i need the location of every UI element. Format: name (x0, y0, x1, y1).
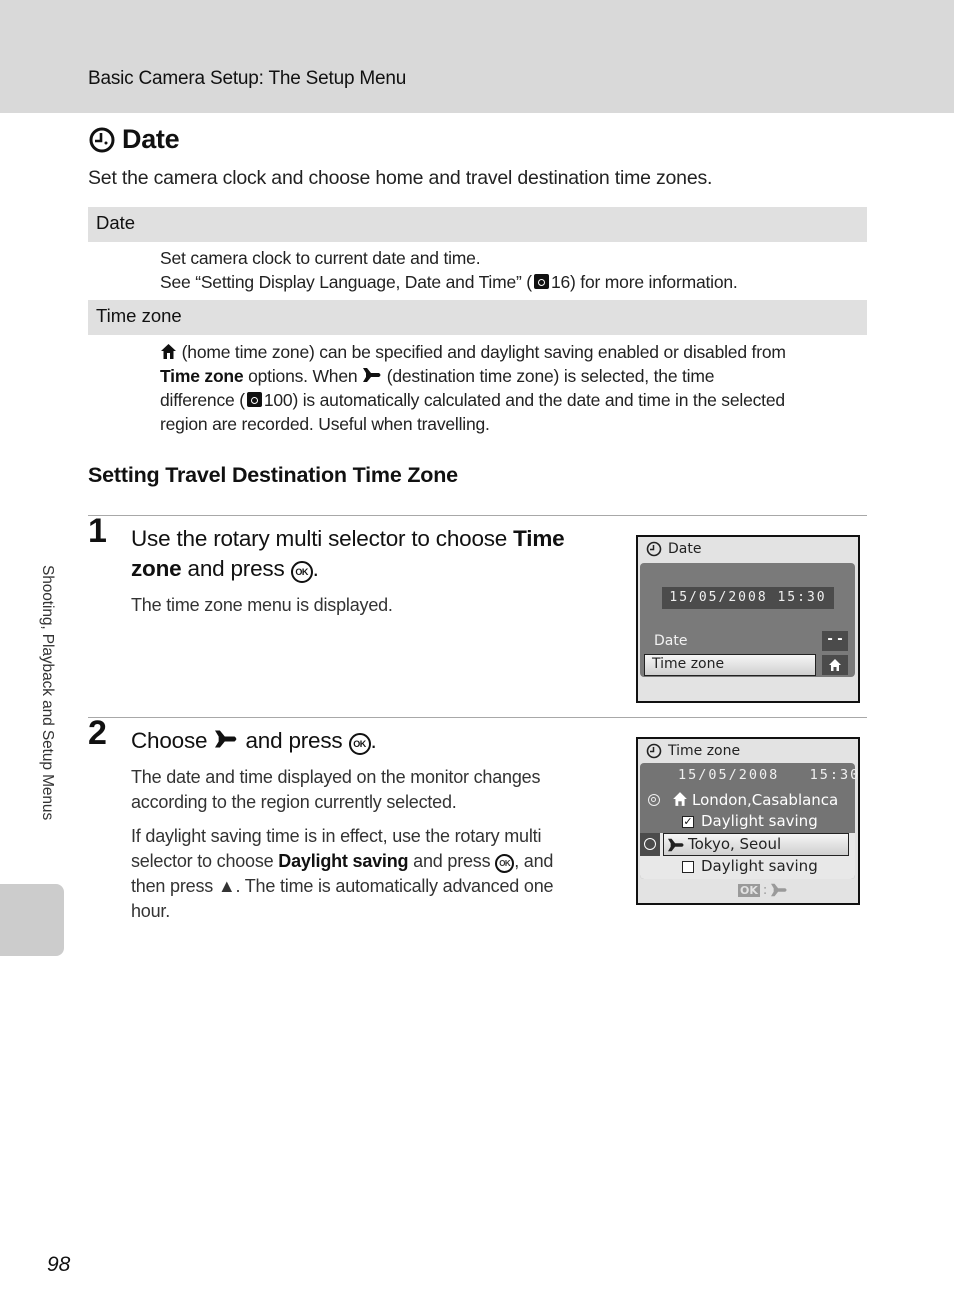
clock-icon (646, 743, 662, 759)
step2-desc2-bold: Daylight saving (278, 851, 409, 871)
camera-screen-date: Date 15/05/2008 15:30 Date - - Time zone (636, 535, 860, 703)
home-icon (161, 344, 176, 359)
option-tz-bold: Time zone (160, 366, 244, 386)
page-intro: Set the camera clock and choose home and… (88, 167, 713, 189)
chapter-tab[interactable] (0, 884, 64, 956)
page-title: Date (88, 124, 180, 155)
page-title-text: Date (122, 124, 180, 154)
header-band: Basic Camera Setup: The Setup Menu (0, 0, 954, 113)
step2-desc2-line2: selector to choose Daylight saving and p… (131, 849, 601, 874)
menu-item-date[interactable]: Date (654, 633, 687, 649)
step-description: The time zone menu is displayed. (131, 595, 393, 615)
home-icon (829, 659, 841, 671)
up-arrow-icon: ▲ (217, 876, 236, 896)
plane-icon (215, 730, 237, 748)
screen-title-text: Date (668, 541, 702, 557)
option-date-line2: See “Setting Display Language, Date and … (160, 270, 870, 294)
step2-title-pre: Choose (131, 728, 214, 753)
dest-city: Tokyo, Seoul (688, 835, 782, 853)
reference-icon (246, 392, 262, 407)
plane-icon (771, 883, 787, 897)
option-tz-text4: difference ( (160, 390, 245, 410)
screen-panel: 15/05/2008 15:30 London,Casablanca ✓ Day… (640, 763, 858, 879)
step-description: The date and time displayed on the monit… (131, 765, 601, 815)
divider (88, 717, 867, 718)
option-date-line2-pre: See “Setting Display Language, Date and … (160, 272, 532, 292)
home-daylight-label: Daylight saving (701, 812, 818, 830)
step2-desc2-line1: If daylight saving time is in effect, us… (131, 826, 542, 846)
option-tz-text1: (home time zone) can be specified and da… (177, 342, 786, 362)
date-value: - - (822, 631, 848, 651)
option-tz-text2: options. When (243, 366, 363, 386)
option-body-time-zone: (home time zone) can be specified and da… (160, 340, 870, 436)
page-number: 98 (47, 1253, 71, 1276)
step2-desc1-line1: The date and time displayed on the monit… (131, 767, 541, 787)
dest-daylight-label: Daylight saving (701, 857, 818, 875)
menu-item-time-zone[interactable]: Time zone (644, 654, 816, 676)
step-title: Use the rotary multi selector to choose … (131, 526, 565, 583)
footer-separator: : (762, 882, 768, 898)
reference-page[interactable]: 16 (551, 272, 570, 292)
datetime-display: 15/05/2008 15:30 (678, 767, 861, 783)
clock-icon (89, 127, 115, 152)
screen-title-text: Time zone (668, 743, 741, 759)
step2-desc2-line3: then press ▲. The time is automatically … (131, 874, 601, 899)
ok-button-icon: OK (290, 561, 313, 583)
clock-icon (646, 541, 662, 557)
step1-title-bold1: Time (513, 526, 565, 551)
step-number: 1 (88, 512, 107, 550)
radio-dest[interactable] (644, 838, 656, 850)
option-tz-line3: difference ( 100) is automatically calcul… (160, 388, 870, 412)
step2-desc2-line2-pre: selector to choose (131, 851, 279, 871)
checkbox-home-daylight[interactable]: ✓ (682, 816, 694, 828)
time-zone-value (822, 655, 848, 675)
home-icon (673, 792, 687, 806)
divider (88, 515, 867, 516)
plane-icon (363, 368, 381, 382)
radio-home[interactable] (648, 794, 660, 806)
option-date-line2-post: ) for more information. (570, 272, 738, 292)
option-date-line1: Set camera clock to current date and tim… (160, 248, 481, 268)
step1-title-post: and press (181, 556, 291, 581)
ok-badge: OK (738, 883, 760, 897)
step-number: 2 (88, 714, 107, 752)
step2-title-mid: and press (239, 728, 349, 753)
camera-screen-time-zone: Time zone 15/05/2008 15:30 London,Casabl… (636, 737, 860, 905)
ok-button-icon: OK (348, 733, 371, 755)
step2-desc2-line2-post: , and (514, 851, 554, 871)
step2-desc1-line2: according to the region currently select… (131, 792, 457, 812)
step2-desc2-line4: hour. (131, 901, 171, 921)
step-description: If daylight saving time is in effect, us… (131, 824, 601, 924)
reference-icon (533, 274, 549, 289)
dest-city-row[interactable]: Tokyo, Seoul (663, 833, 849, 856)
home-city: London,Casablanca (692, 791, 839, 809)
screen-title: Time zone (646, 743, 740, 759)
sidebar-chapter-label: Shooting, Playback and Setup Menus (39, 565, 56, 821)
screen-footer: OK : (738, 882, 788, 898)
step2-desc2-line3-pre: then press (131, 876, 218, 896)
option-body-date: Set camera clock to current date and tim… (160, 246, 870, 294)
option-tz-line1: (home time zone) can be specified and da… (160, 340, 870, 364)
step2-desc2-line3-post: . The time is automatically advanced one (235, 876, 554, 896)
step2-desc2-line2-mid: and press (408, 851, 496, 871)
option-tz-line4: region are recorded. Useful when travell… (160, 414, 490, 434)
menu-item-time-zone-label: Time zone (652, 656, 725, 672)
reference-page[interactable]: 100 (264, 390, 293, 410)
option-header-time-zone: Time zone (88, 300, 867, 335)
step1-title-pre: Use the rotary multi selector to choose (131, 526, 514, 551)
plane-icon (668, 838, 684, 852)
screen-panel: 15/05/2008 15:30 Date - - Time zone (640, 563, 855, 677)
option-tz-line2: Time zone options. When (destination tim… (160, 364, 870, 388)
checkbox-dest-daylight[interactable] (682, 861, 694, 873)
step-title: Choose and press OK. (131, 728, 377, 755)
option-tz-text5: ) is automatically calculated and the da… (292, 390, 785, 410)
option-header-date: Date (88, 207, 867, 242)
section-heading: Setting Travel Destination Time Zone (88, 463, 458, 487)
screen-title: Date (646, 541, 701, 557)
ok-button-icon: OK (495, 854, 515, 873)
breadcrumb: Basic Camera Setup: The Setup Menu (88, 68, 407, 89)
option-tz-text3: (destination time zone) is selected, the… (382, 366, 715, 386)
datetime-display: 15/05/2008 15:30 (662, 587, 834, 609)
step1-title-bold2: zone (131, 556, 182, 581)
